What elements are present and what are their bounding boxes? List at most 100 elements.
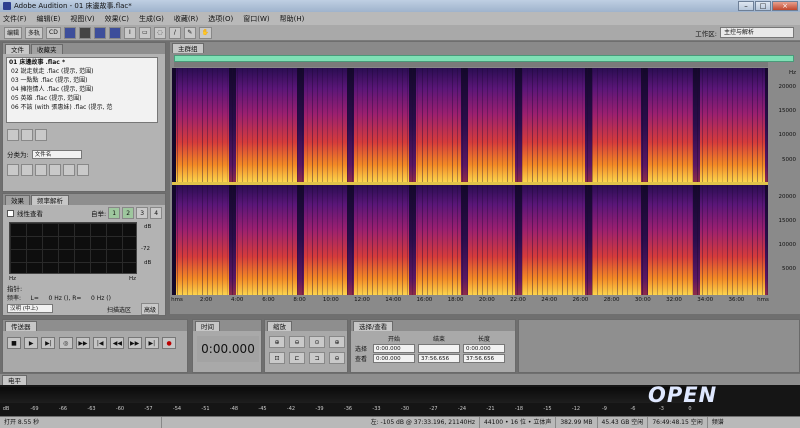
close-file-icon[interactable] <box>21 164 33 176</box>
play-to-end-button[interactable]: ▶| <box>41 337 56 349</box>
marker-ruler[interactable] <box>174 62 768 67</box>
file-item[interactable]: 05 英雄 .flac (提示, 范围) <box>7 94 157 103</box>
marquee-tool-icon[interactable]: ▭ <box>138 26 151 39</box>
app-icon <box>3 2 11 10</box>
go-to-end-button[interactable]: ▶| <box>144 337 159 349</box>
zoom-full-icon[interactable]: ⊙ <box>309 336 325 348</box>
zoom-out-horizontal-icon[interactable]: ⊖ <box>289 336 305 348</box>
tab-zoom[interactable]: 缩放 <box>267 321 292 331</box>
fast-forward-button[interactable]: ▶▶ <box>127 337 142 349</box>
zoom-in-vertical-icon[interactable]: ⊕ <box>329 336 345 348</box>
file-item[interactable]: 02 說走就走 .flac (提示, 范围) <box>7 67 157 76</box>
spectral-streak <box>487 68 488 182</box>
rewind-button[interactable]: ◀◀ <box>110 337 125 349</box>
file-item[interactable]: 04 擁抱情人 .flac (提示, 范围) <box>7 85 157 94</box>
tab-frequency-analysis[interactable]: 频率解析 <box>31 195 69 205</box>
menu-generate[interactable]: 生成(G) <box>139 14 164 24</box>
play-preroll-button[interactable]: ▶▶ <box>75 337 90 349</box>
selection-start-field[interactable]: 0:00.000 <box>373 343 415 353</box>
zoom-left-edge-icon[interactable]: ⊏ <box>289 352 305 364</box>
spectral-segment <box>304 185 347 295</box>
zoom-out-vertical-icon[interactable]: ⊖ <box>329 352 345 364</box>
sort-select[interactable]: 文件名 <box>31 149 82 159</box>
zoom-selection-icon[interactable]: ⊡ <box>269 352 285 364</box>
lasso-tool-icon[interactable]: ◌ <box>153 26 166 39</box>
loop-play-button[interactable]: ◎ <box>58 337 73 349</box>
brush-tool-icon[interactable]: / <box>168 26 181 39</box>
hold-button-1[interactable]: 1 <box>108 207 121 219</box>
edit-view-button[interactable]: 编辑 <box>4 26 23 39</box>
insert-file-icon[interactable] <box>35 164 47 176</box>
file-item[interactable]: 03 一點點 .flac (提示, 范围) <box>7 76 157 85</box>
pan-view-icon[interactable] <box>93 26 106 39</box>
tab-selection-view[interactable]: 选择/查看 <box>353 321 394 331</box>
menu-view[interactable]: 视图(V) <box>70 14 94 24</box>
workspace-select[interactable]: 主控与解析 <box>720 27 794 38</box>
menu-options[interactable]: 选项(O) <box>208 14 233 24</box>
hz-tick: Hz <box>788 70 796 76</box>
edit-file-icon[interactable] <box>63 164 75 176</box>
import-file-icon[interactable] <box>7 164 19 176</box>
hz-label-right: Hz <box>129 276 137 282</box>
spectral-streak <box>707 185 708 295</box>
close-button[interactable]: × <box>772 1 798 11</box>
tab-transport[interactable]: 传送器 <box>5 321 37 331</box>
auto-play-icon[interactable] <box>7 129 19 141</box>
zoom-right-edge-icon[interactable]: ⊐ <box>309 352 325 364</box>
menu-help[interactable]: 帮助(H) <box>280 14 305 24</box>
view-length-field[interactable]: 37:56.656 <box>463 353 505 363</box>
hold-button-2[interactable]: 2 <box>122 207 135 219</box>
folder-icon[interactable] <box>77 164 89 176</box>
selection-end-field[interactable] <box>418 343 460 353</box>
menu-effects[interactable]: 效果(C) <box>105 14 129 24</box>
file-item[interactable]: 01 床邊故事 .flac * <box>7 58 157 67</box>
spectral-view-icon[interactable] <box>78 26 91 39</box>
spectral-streak <box>517 68 518 182</box>
waveform-view-icon[interactable] <box>63 26 76 39</box>
minimize-button[interactable]: – <box>738 1 754 11</box>
tab-levels[interactable]: 电平 <box>2 375 27 385</box>
tab-files[interactable]: 文件 <box>5 44 30 54</box>
record-button[interactable]: ● <box>162 337 177 349</box>
go-to-start-button[interactable]: |◀ <box>93 337 108 349</box>
linear-view-checkbox[interactable] <box>7 209 14 217</box>
menu-edit[interactable]: 编辑(E) <box>37 14 61 24</box>
phase-view-icon[interactable] <box>108 26 121 39</box>
show-info-icon[interactable] <box>49 164 61 176</box>
tab-effects[interactable]: 效果 <box>5 195 30 205</box>
spectrogram-right-channel[interactable] <box>172 185 768 295</box>
file-item[interactable]: 06 不該 (with 張惠妹) .flac (提示, 范 <box>7 103 157 112</box>
maximize-button[interactable]: □ <box>755 1 771 11</box>
multitrack-view-button[interactable]: 多轨 <box>25 26 44 39</box>
advanced-button[interactable]: 高级 <box>141 303 160 315</box>
overview-bar[interactable] <box>174 55 794 62</box>
spectral-streak <box>527 185 528 295</box>
title-bar: Adobe Audition - 01 床邊故事.flac* – □ × <box>0 0 800 12</box>
play-file-icon[interactable] <box>35 129 47 141</box>
spot-heal-tool-icon[interactable]: ✎ <box>183 26 196 39</box>
cd-view-button[interactable]: CD <box>46 26 61 39</box>
loop-icon[interactable] <box>21 129 33 141</box>
selection-view-panel: 选择/查看 开始 结束 长度 选择 0:00.000 0:00.000 查看 0… <box>350 319 516 373</box>
time-ruler[interactable]: hms 2:00 4:00 6:00 8:00 10:00 12:00 14:00 16:00 1… <box>171 296 769 306</box>
view-start-field[interactable]: 0:00.000 <box>373 353 415 363</box>
tab-favorites[interactable]: 收藏夹 <box>31 44 63 54</box>
tab-main-group[interactable]: 主群组 <box>172 43 204 53</box>
menu-favorites[interactable]: 收藏(R) <box>174 14 198 24</box>
spectral-streak <box>477 185 478 295</box>
zoom-in-horizontal-icon[interactable]: ⊕ <box>269 336 285 348</box>
spectral-streak <box>737 68 738 182</box>
hold-button-4[interactable]: 4 <box>150 207 163 219</box>
spectrogram-left-channel[interactable] <box>172 68 768 182</box>
hold-button-3[interactable]: 3 <box>136 207 149 219</box>
tab-time[interactable]: 时间 <box>195 321 220 331</box>
window-function-select[interactable]: 汉明 (中上) <box>7 304 53 313</box>
stop-button[interactable]: ■ <box>7 337 21 349</box>
play-button[interactable]: ▶ <box>24 337 39 349</box>
time-select-tool-icon[interactable]: I <box>123 26 136 39</box>
menu-window[interactable]: 窗口(W) <box>243 14 269 24</box>
view-end-field[interactable]: 37:56.656 <box>418 353 460 363</box>
menu-file[interactable]: 文件(F) <box>3 14 27 24</box>
selection-length-field[interactable]: 0:00.000 <box>463 343 505 353</box>
hand-tool-icon[interactable]: ✋ <box>198 26 213 39</box>
